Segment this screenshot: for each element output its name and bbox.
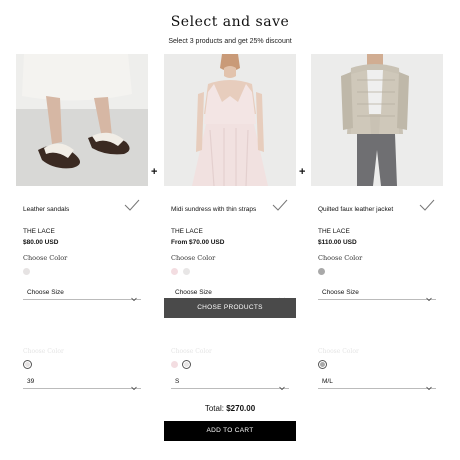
check-icon[interactable] xyxy=(124,198,140,216)
color-swatch[interactable] xyxy=(318,268,325,275)
size-select-label: Choose Size xyxy=(27,289,64,296)
selected-product-options: Choose Color M/L xyxy=(311,348,443,391)
product-brand: THE LACE xyxy=(23,228,55,235)
choose-color-label: Choose Color xyxy=(318,348,359,355)
product-card-dress: Midi sundress with thin straps THE LACE … xyxy=(164,54,296,302)
size-select[interactable]: M/L xyxy=(318,375,436,391)
size-select[interactable]: S xyxy=(171,375,289,391)
selected-size-value: M/L xyxy=(322,378,333,385)
product-image-jacket[interactable] xyxy=(311,54,443,186)
product-name[interactable]: Leather sandals xyxy=(23,206,69,213)
choose-color-label: Choose Color xyxy=(23,254,68,262)
selected-color-swatch[interactable] xyxy=(23,359,32,369)
product-price: $110.00 USD xyxy=(318,239,357,246)
size-select[interactable]: Choose Size xyxy=(23,286,141,302)
selected-color-swatch[interactable] xyxy=(182,359,191,369)
chose-products-button[interactable]: CHOSE PRODUCTS xyxy=(164,298,296,318)
chevron-down-icon xyxy=(426,378,432,396)
selected-product-options: Choose Color S xyxy=(164,348,296,391)
product-image-sandals[interactable] xyxy=(16,54,148,186)
choose-color-label: Choose Color xyxy=(318,254,363,262)
product-image-dress[interactable] xyxy=(164,54,296,186)
color-swatch[interactable] xyxy=(171,360,178,368)
chevron-down-icon xyxy=(426,289,432,307)
product-brand: THE LACE xyxy=(171,228,203,235)
product-card-sandals: Leather sandals THE LACE $80.00 USD Choo… xyxy=(16,54,148,302)
page-title: Select and save xyxy=(170,14,290,30)
size-select[interactable]: 39 xyxy=(23,375,141,391)
product-price: $80.00 USD xyxy=(23,239,59,246)
choose-color-label: Choose Color xyxy=(171,348,212,355)
check-icon[interactable] xyxy=(272,198,288,216)
chevron-down-icon xyxy=(131,289,137,307)
total-label: Total: xyxy=(204,404,224,413)
check-icon[interactable] xyxy=(419,198,435,216)
color-swatch[interactable] xyxy=(23,268,30,275)
selected-color-swatch[interactable] xyxy=(318,359,327,369)
selected-size-value: S xyxy=(175,378,180,385)
chevron-down-icon xyxy=(279,378,285,396)
product-price: From $70.00 USD xyxy=(171,239,225,246)
add-to-cart-button[interactable]: ADD TO CART xyxy=(164,421,296,441)
color-swatch[interactable] xyxy=(183,268,190,275)
page-subtitle: Select 3 products and get 25% discount xyxy=(168,38,292,45)
size-select-label: Choose Size xyxy=(322,289,359,296)
total-value: $270.00 xyxy=(226,404,256,413)
choose-color-label: Choose Color xyxy=(23,348,64,355)
product-card-jacket: Quilted faux leather jacket THE LACE $11… xyxy=(311,54,443,302)
selected-product-options: Choose Color 39 xyxy=(16,348,148,391)
choose-color-label: Choose Color xyxy=(171,254,216,262)
chevron-down-icon xyxy=(131,378,137,396)
order-total: Total: $270.00 xyxy=(0,404,460,413)
product-name[interactable]: Midi sundress with thin straps xyxy=(171,206,256,213)
size-select[interactable]: Choose Size xyxy=(318,286,436,302)
color-swatch[interactable] xyxy=(171,268,178,275)
product-name[interactable]: Quilted faux leather jacket xyxy=(318,206,393,213)
size-select-label: Choose Size xyxy=(175,289,212,296)
plus-separator: + xyxy=(151,166,158,178)
plus-separator: + xyxy=(299,166,306,178)
product-brand: THE LACE xyxy=(318,228,350,235)
selected-size-value: 39 xyxy=(27,378,35,385)
